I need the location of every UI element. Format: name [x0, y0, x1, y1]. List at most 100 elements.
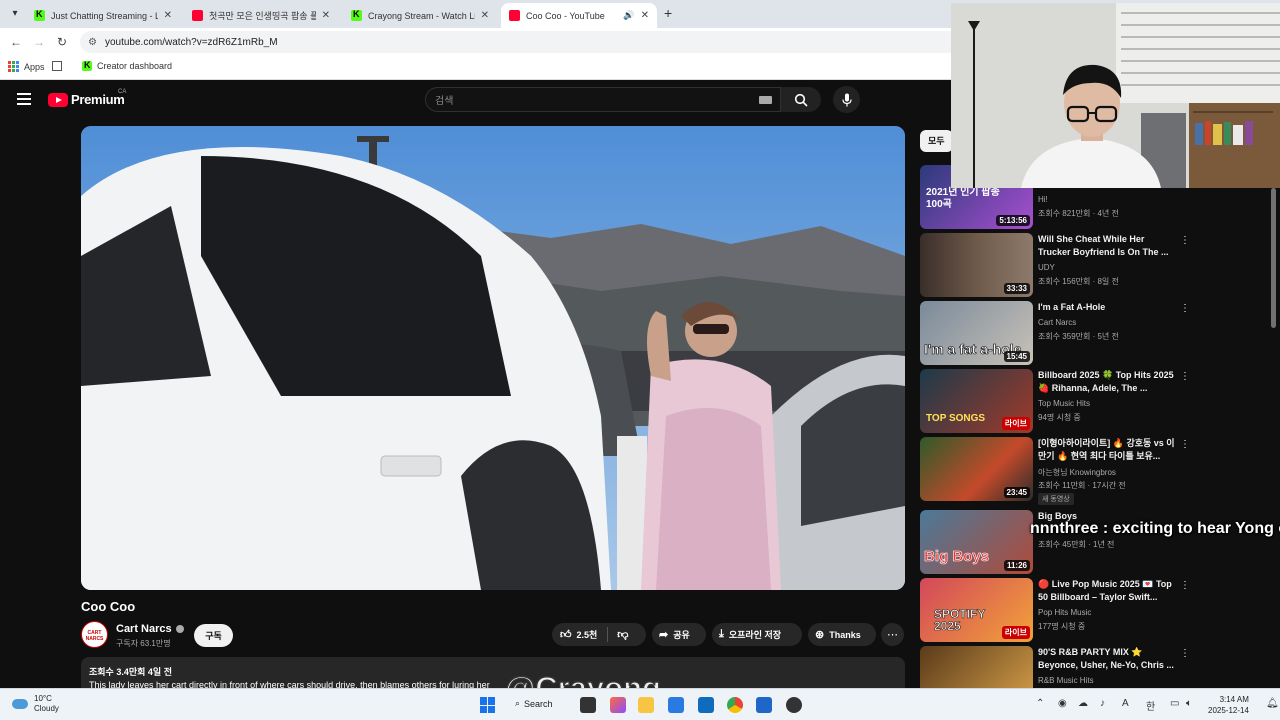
video-player[interactable]	[81, 126, 905, 590]
tab-title: Just Chatting Streaming - Live S	[51, 10, 158, 21]
rec-menu-icon[interactable]: ⋮	[1180, 235, 1190, 246]
windows-start-icon[interactable]	[480, 697, 496, 713]
outlook-icon[interactable]	[756, 697, 772, 713]
tab-close-icon[interactable]: ✕	[164, 10, 172, 21]
tab-close-icon[interactable]: ✕	[481, 10, 489, 21]
rec-channel[interactable]: 아는형님 Knowingbros	[1038, 467, 1116, 478]
recommended-video[interactable]: 90'S R&B PARTY MIX ⭐ Beyonce, Usher, Ne-…	[920, 646, 1275, 688]
network-icon[interactable]: ▭	[1170, 698, 1179, 709]
channel-name-link[interactable]: Cart Narcs	[116, 623, 184, 635]
cloud-icon	[12, 699, 28, 709]
new-tab-plus-icon[interactable]: +	[664, 5, 672, 21]
recommended-video[interactable]: SPOTIFY 2025 라이브 🔴 Live Pop Music 2025 💌…	[920, 578, 1275, 642]
filter-chip-all[interactable]: 모두	[920, 130, 953, 152]
share-button[interactable]: ➦ 공유	[652, 623, 706, 646]
reload-icon[interactable]: ↻	[57, 35, 67, 49]
tray-ime-icon[interactable]: 한	[1146, 698, 1155, 713]
subscribe-button[interactable]: 구독	[194, 624, 233, 647]
search-input[interactable]: 검색	[425, 87, 781, 112]
tray-cloud-icon[interactable]: ☁	[1078, 698, 1088, 709]
rec-menu-icon[interactable]: ⋮	[1180, 648, 1190, 659]
tab-just-chatting[interactable]: Just Chatting Streaming - Live S ✕	[26, 3, 180, 28]
youtube-logo[interactable]: Premium CA	[48, 89, 126, 107]
chrome-icon[interactable]	[727, 697, 743, 713]
clock-time: 3:14 AM	[1219, 695, 1249, 704]
rec-title[interactable]: Will She Cheat While Her Trucker Boyfrie…	[1038, 233, 1176, 259]
store-icon[interactable]	[698, 697, 714, 713]
kick-icon	[82, 60, 92, 71]
rec-channel[interactable]: UDY	[1038, 263, 1055, 272]
sidebar-scrollbar[interactable]	[1271, 188, 1276, 328]
download-button[interactable]: ⤓ 오프라인 저장	[712, 623, 802, 646]
tab-pop-playlist[interactable]: 첫곡만 모은 인생띵곡 팝송 플레 ✕	[184, 3, 338, 28]
video-thumbnail[interactable]: TOP SONGS 라이브	[920, 369, 1033, 433]
rec-title[interactable]: 🔴 Live Pop Music 2025 💌 Top 50 Billboard…	[1038, 578, 1176, 604]
video-title: Coo Coo	[81, 599, 136, 614]
keyboard-icon[interactable]	[759, 96, 772, 104]
taskbar-search[interactable]: ⌕ Search	[515, 698, 553, 709]
search-button[interactable]	[781, 87, 821, 112]
more-actions-icon[interactable]: ⋯	[881, 623, 904, 646]
rec-title[interactable]: [이형아하이라이트] 🔥 강호동 vs 이만기 🔥 현역 최다 타이틀 보유..…	[1038, 437, 1176, 463]
rec-title[interactable]: 90'S R&B PARTY MIX ⭐ Beyonce, Usher, Ne-…	[1038, 646, 1176, 672]
webcam-feed	[951, 3, 1280, 188]
tab-close-icon[interactable]: ✕	[322, 10, 330, 21]
tray-mic-icon[interactable]: ♪	[1100, 698, 1105, 709]
like-button[interactable]: 👍︎ 2.5천	[552, 628, 607, 641]
share-arrow-icon: ➦	[659, 629, 669, 641]
forward-arrow-icon[interactable]: →	[33, 35, 45, 49]
volume-icon[interactable]: 🔈︎	[1186, 698, 1192, 709]
tab-groups-icon[interactable]	[52, 61, 62, 71]
video-thumbnail[interactable]	[920, 646, 1033, 688]
rec-channel[interactable]: Hi!	[1038, 195, 1048, 204]
taskbar-clock[interactable]: 3:14 AM 2025-12-14	[1208, 694, 1249, 716]
weather-description: Cloudy	[34, 704, 59, 713]
bookmark-apps[interactable]: Apps	[8, 61, 45, 72]
video-thumbnail[interactable]: I'm a fat a-hole 15:45	[920, 301, 1033, 365]
rec-channel[interactable]: Top Music Hits	[1038, 399, 1090, 408]
rec-menu-icon[interactable]: ⋮	[1180, 580, 1190, 591]
tray-app-icon[interactable]: ◉	[1058, 698, 1067, 709]
voice-search-button[interactable]	[833, 86, 860, 113]
apps-grid-icon	[8, 61, 19, 72]
task-view-icon[interactable]	[580, 697, 596, 713]
tab-crayong-stream[interactable]: Crayong Stream - Watch Live o ✕	[343, 3, 497, 28]
tray-chevron-icon[interactable]: ⌃	[1036, 698, 1044, 709]
tab-close-icon[interactable]: ✕	[641, 10, 649, 21]
rec-menu-icon[interactable]: ⋮	[1180, 303, 1190, 314]
video-thumbnail[interactable]: 23:45	[920, 437, 1033, 501]
back-arrow-icon[interactable]: ←	[10, 35, 22, 49]
rec-menu-icon[interactable]: ⋮	[1180, 371, 1190, 382]
copilot-icon[interactable]	[610, 697, 626, 713]
rec-menu-icon[interactable]: ⋮	[1180, 439, 1190, 450]
dislike-button[interactable]: 👎︎	[607, 627, 637, 642]
recommended-video[interactable]: TOP SONGS 라이브 Billboard 2025 🍀 Top Hits …	[920, 369, 1275, 433]
video-thumbnail[interactable]: Big Boys 11:26	[920, 510, 1033, 574]
rec-channel[interactable]: Pop Hits Music	[1038, 608, 1091, 617]
rec-title[interactable]: Billboard 2025 🍀 Top Hits 2025 🍓 Rihanna…	[1038, 369, 1176, 395]
tab-coo-coo[interactable]: Coo Coo - YouTube 🔊 ✕	[501, 3, 657, 28]
file-explorer-icon[interactable]	[638, 697, 654, 713]
channel-avatar[interactable]: CART NARCS	[81, 621, 108, 648]
edge-icon[interactable]	[668, 697, 684, 713]
recommended-video[interactable]: 33:33 Will She Cheat While Her Trucker B…	[920, 233, 1275, 297]
rec-channel[interactable]: Cart Narcs	[1038, 318, 1076, 327]
recommended-video[interactable]: I'm a fat a-hole 15:45 I'm a Fat A-Hole …	[920, 301, 1275, 365]
rec-channel[interactable]: R&B Music Hits	[1038, 676, 1094, 685]
notification-bell-icon[interactable]: 🔔︎	[1266, 698, 1279, 709]
weather-widget[interactable]: 10°C Cloudy	[12, 694, 59, 714]
video-thumbnail[interactable]: SPOTIFY 2025 라이브	[920, 578, 1033, 642]
site-info-icon[interactable]: ⚙	[88, 37, 97, 48]
thanks-button[interactable]: ⊛ Thanks	[808, 623, 876, 646]
obs-icon[interactable]	[786, 697, 802, 713]
url-input[interactable]: ⚙ youtube.com/watch?v=zdR6Z1mRb_M	[80, 31, 960, 53]
speaker-icon[interactable]: 🔊	[623, 10, 634, 21]
rec-title[interactable]: I'm a Fat A-Hole	[1038, 301, 1176, 314]
tab-search-chevron-icon[interactable]: ▾	[6, 5, 24, 23]
recommended-video[interactable]: 23:45 [이형아하이라이트] 🔥 강호동 vs 이만기 🔥 현역 최다 타이…	[920, 437, 1275, 505]
menu-icon[interactable]	[17, 93, 31, 105]
video-thumbnail[interactable]: 33:33	[920, 233, 1033, 297]
bookmark-creator-dashboard[interactable]: Creator dashboard	[82, 60, 173, 71]
bookmark-label: Creator dashboard	[97, 61, 173, 71]
tray-font-icon[interactable]: A	[1122, 698, 1129, 709]
